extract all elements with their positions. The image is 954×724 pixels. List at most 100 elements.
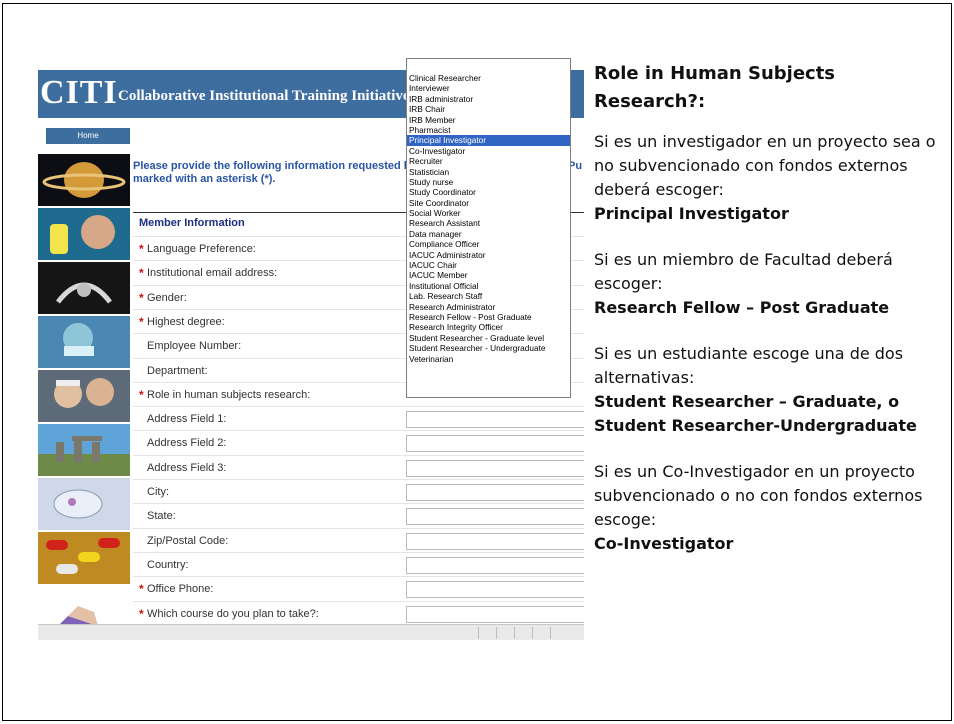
dropdown-option[interactable]: Research Assistant — [407, 218, 570, 228]
status-divider — [550, 627, 551, 639]
instruction-panel: Role in Human Subjects Research?: Si es … — [594, 60, 946, 556]
citi-logo: CITI — [40, 74, 118, 111]
instruction-title: Role in Human Subjects Research?: — [594, 63, 836, 112]
instruction-choice-1: Principal Investigator — [594, 204, 789, 223]
saturn-photo — [38, 154, 130, 206]
field-label: State: — [147, 510, 176, 523]
instruction-paragraph-2: Si es un miembro de Facultad deberá esco… — [594, 250, 893, 293]
dropdown-option[interactable]: IRB Member — [407, 115, 570, 125]
dropdown-option[interactable]: Co-Investigator — [407, 146, 570, 156]
field-label: Institutional email address: — [147, 267, 278, 280]
dropdown-option[interactable]: Student Researcher - Undergraduate — [407, 343, 570, 353]
photo-strip — [38, 148, 130, 640]
required-asterisk: * — [139, 314, 144, 329]
field-label: Language Preference: — [147, 243, 256, 255]
dropdown-option[interactable]: Study Coordinator — [407, 187, 570, 197]
pills-photo — [38, 532, 130, 584]
text-input[interactable] — [406, 605, 584, 623]
field-label: Address Field 2: — [147, 437, 227, 450]
form-row: Address Field 3: — [133, 454, 584, 479]
form-row: * Office Phone: — [133, 576, 584, 600]
status-divider — [478, 627, 479, 639]
form-row: State: — [133, 503, 584, 527]
form-row: Country: — [133, 551, 584, 576]
dropdown-option[interactable]: Principal Investigator — [407, 135, 570, 146]
instruction-choice-2: Research Fellow – Post Graduate — [594, 298, 890, 317]
surgeon-photo — [38, 316, 130, 368]
dropdown-option[interactable]: Research Fellow - Post Graduate — [407, 312, 570, 322]
scientist-photo — [38, 208, 130, 260]
form-row: Zip/Postal Code: — [133, 527, 584, 552]
field-label: Role in human subjects research: — [147, 388, 311, 401]
role-dropdown-list[interactable]: Clinical Researcher Interviewer IRB admini… — [406, 58, 571, 398]
field-label: Which course do you plan to take?: — [147, 607, 319, 620]
dropdown-option[interactable]: Clinical Researcher — [407, 73, 570, 83]
browser-status-bar — [38, 624, 584, 640]
field-label: City: — [147, 486, 169, 498]
dropdown-option[interactable]: IACUC Administrator — [407, 250, 570, 260]
instruction-paragraph-1: Si es un investigador en un proyecto sea… — [594, 132, 936, 199]
field-label: Gender: — [147, 291, 187, 304]
field-label: Address Field 1: — [147, 413, 227, 426]
dropdown-option[interactable]: Student Researcher - Graduate level — [407, 333, 570, 343]
dropdown-option[interactable]: Interviewer — [407, 83, 570, 93]
text-input[interactable] — [406, 411, 584, 429]
dropdown-option[interactable]: Research Integrity Officer — [407, 322, 570, 332]
text-input[interactable] — [406, 532, 584, 550]
dropdown-option[interactable]: Study nurse — [407, 177, 570, 187]
required-asterisk: * — [139, 582, 144, 597]
dropdown-option[interactable]: IRB Chair — [407, 104, 570, 114]
dropdown-option[interactable]: Research Administrator — [407, 302, 570, 312]
required-asterisk: * — [139, 242, 144, 256]
instruction-paragraph-3: Si es un estudiante escoge una de dos al… — [594, 344, 904, 387]
text-input[interactable] — [406, 581, 584, 599]
text-input[interactable] — [406, 508, 584, 526]
dropdown-option[interactable]: IACUC Chair — [407, 260, 570, 270]
status-divider — [532, 627, 533, 639]
dropdown-option[interactable]: Site Coordinator — [407, 198, 570, 208]
dropdown-option[interactable]: Statistician — [407, 167, 570, 177]
xray-photo — [38, 262, 130, 314]
dropdown-option[interactable]: IRB administrator — [407, 94, 570, 104]
text-input[interactable] — [406, 484, 584, 501]
text-input[interactable] — [406, 459, 584, 477]
stonehenge-photo — [38, 424, 130, 476]
text-input[interactable] — [406, 435, 584, 453]
dropdown-option[interactable]: Pharmacist — [407, 125, 570, 135]
dropdown-option[interactable]: Social Worker — [407, 208, 570, 218]
field-label: Zip/Postal Code: — [147, 534, 229, 547]
intro-text: Please provide the following information… — [133, 160, 431, 185]
required-asterisk: * — [139, 387, 144, 402]
petri-dish-photo — [38, 478, 130, 530]
dropdown-options: Clinical Researcher Interviewer IRB admini… — [407, 73, 570, 364]
dropdown-option[interactable]: Compliance Officer — [407, 239, 570, 249]
dropdown-option[interactable]: Veterinarian — [407, 354, 570, 364]
dropdown-option[interactable]: Lab. Research Staff — [407, 291, 570, 301]
form-row: City: — [133, 479, 584, 503]
field-label: Address Field 3: — [147, 461, 227, 474]
status-divider — [514, 627, 515, 639]
instruction-paragraph-4: Si es un Co-Investigador en un proyecto … — [594, 462, 923, 529]
home-tab[interactable]: Home — [46, 128, 130, 144]
dropdown-option[interactable]: IACUC Member — [407, 270, 570, 280]
citi-tagline: Collaborative Institutional Training Ini… — [118, 88, 410, 104]
form-row: * Which course do you plan to take?: — [133, 600, 584, 625]
dropdown-option[interactable]: Data manager — [407, 229, 570, 239]
form-row: Address Field 2: — [133, 430, 584, 454]
required-asterisk: * — [139, 606, 144, 621]
form-row: Address Field 1: — [133, 406, 584, 430]
field-label: Employee Number: — [147, 340, 242, 353]
text-input[interactable] — [406, 556, 584, 574]
instruction-choice-4: Co-Investigator — [594, 534, 734, 553]
field-label: Country: — [147, 558, 189, 571]
field-label: Highest degree: — [147, 315, 225, 328]
dropdown-option[interactable]: Recruiter — [407, 156, 570, 166]
field-label: Office Phone: — [147, 583, 214, 596]
required-asterisk: * — [139, 266, 144, 281]
required-asterisk: * — [139, 290, 144, 305]
instruction-choice-3b: Student Researcher-Undergraduate — [594, 416, 917, 435]
dropdown-option[interactable]: Institutional Official — [407, 281, 570, 291]
elderly-couple-photo — [38, 370, 130, 422]
field-label: Department: — [147, 364, 208, 377]
status-divider — [496, 627, 497, 639]
